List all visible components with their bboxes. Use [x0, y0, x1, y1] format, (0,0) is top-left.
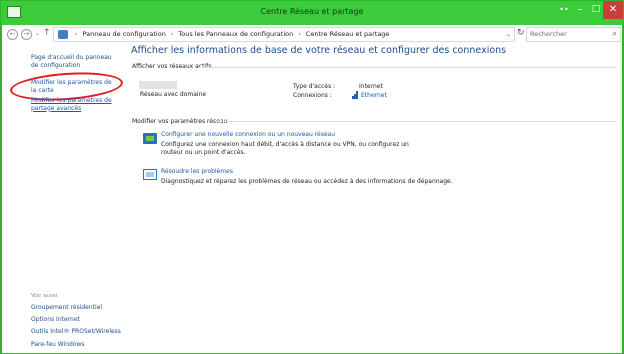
- window-frame: Centre Réseau et partage •• – □ ✕ ← → ⌄ …: [0, 0, 624, 354]
- access-type-value: Internet: [359, 83, 383, 90]
- address-dropdown-icon[interactable]: ⌄: [506, 31, 511, 38]
- sidebar-item-home[interactable]: Page d'accueil du panneau de configurati…: [31, 54, 117, 69]
- search-input[interactable]: Rechercher ⌕: [526, 27, 621, 42]
- see-also-firewall[interactable]: Pare-feu Windows: [31, 341, 85, 348]
- access-type-label: Type d'accès :: [293, 83, 336, 90]
- see-also-intel-proset[interactable]: Outils Intel® PROSet/Wireless: [31, 328, 121, 335]
- troubleshoot-description: Diagnostiquez et réparez les problèmes d…: [161, 178, 453, 185]
- forward-button[interactable]: →: [21, 29, 32, 40]
- see-also-heading: Voir aussi: [31, 293, 58, 299]
- window-title: Centre Réseau et partage: [260, 7, 364, 16]
- breadcrumb-separator-icon: ›: [298, 31, 301, 38]
- sidebar-item-modify-sharing[interactable]: Modifier les paramètres de partage avanc…: [31, 97, 117, 112]
- network-name-redacted: [139, 81, 177, 89]
- up-arrow-icon[interactable]: ↑: [43, 28, 51, 38]
- modify-settings-heading: Modifier vos paramètres réseau: [132, 118, 228, 125]
- connections-label: Connexions :: [293, 92, 332, 99]
- address-row: ← → ⌄ ↑ › Panneau de configuration › Tou…: [2, 25, 622, 45]
- address-bar[interactable]: › Panneau de configuration › Tous les Pa…: [53, 27, 515, 42]
- see-also-internet-options[interactable]: Options Internet: [31, 316, 80, 323]
- network-category: Réseau avec domaine: [140, 91, 207, 98]
- ethernet-signal-icon: [352, 91, 358, 99]
- breadcrumb-item-centre[interactable]: Centre Réseau et partage: [306, 30, 390, 38]
- breadcrumb: › Panneau de configuration › Tous les Pa…: [72, 30, 389, 38]
- maximize-button[interactable]: □: [589, 1, 603, 19]
- search-icon[interactable]: ⌕: [613, 29, 617, 39]
- section-divider: [199, 67, 617, 68]
- control-panel-icon: [58, 30, 68, 39]
- breadcrumb-separator-icon: ›: [75, 31, 78, 38]
- left-navigation-pane: Page d'accueil du panneau de configurati…: [2, 45, 124, 353]
- page-title: Afficher les informations de base de vot…: [131, 45, 507, 56]
- troubleshoot-link[interactable]: Résoudre les problèmes: [161, 168, 233, 175]
- new-connection-icon: [143, 133, 157, 144]
- ethernet-link[interactable]: Ethernet: [361, 92, 387, 99]
- breadcrumb-item-panneau[interactable]: Panneau de configuration: [82, 30, 165, 38]
- recent-pages-icon[interactable]: ⌄: [35, 30, 40, 37]
- breadcrumb-separator-icon: ›: [170, 31, 174, 38]
- search-placeholder: Rechercher: [530, 30, 567, 38]
- back-button[interactable]: ←: [7, 29, 18, 40]
- setup-connection-link[interactable]: Configurer une nouvelle connexion ou un …: [161, 131, 335, 138]
- see-also-homegroup[interactable]: Groupement résidentiel: [31, 304, 102, 311]
- minimize-button[interactable]: –: [572, 1, 588, 19]
- refresh-icon[interactable]: ↻: [517, 28, 525, 38]
- title-bar[interactable]: Centre Réseau et partage •• – □ ✕: [1, 1, 623, 25]
- close-button[interactable]: ✕: [603, 1, 623, 19]
- setup-connection-description: Configurez une connexion haut débit, d'a…: [161, 141, 409, 156]
- title-extra-button[interactable]: ••: [557, 1, 571, 19]
- section-divider: [215, 121, 617, 122]
- troubleshoot-icon: [143, 169, 157, 180]
- breadcrumb-item-tous[interactable]: Tous les Panneaux de configuration: [178, 30, 293, 38]
- main-content: Afficher les informations de base de vot…: [123, 45, 622, 353]
